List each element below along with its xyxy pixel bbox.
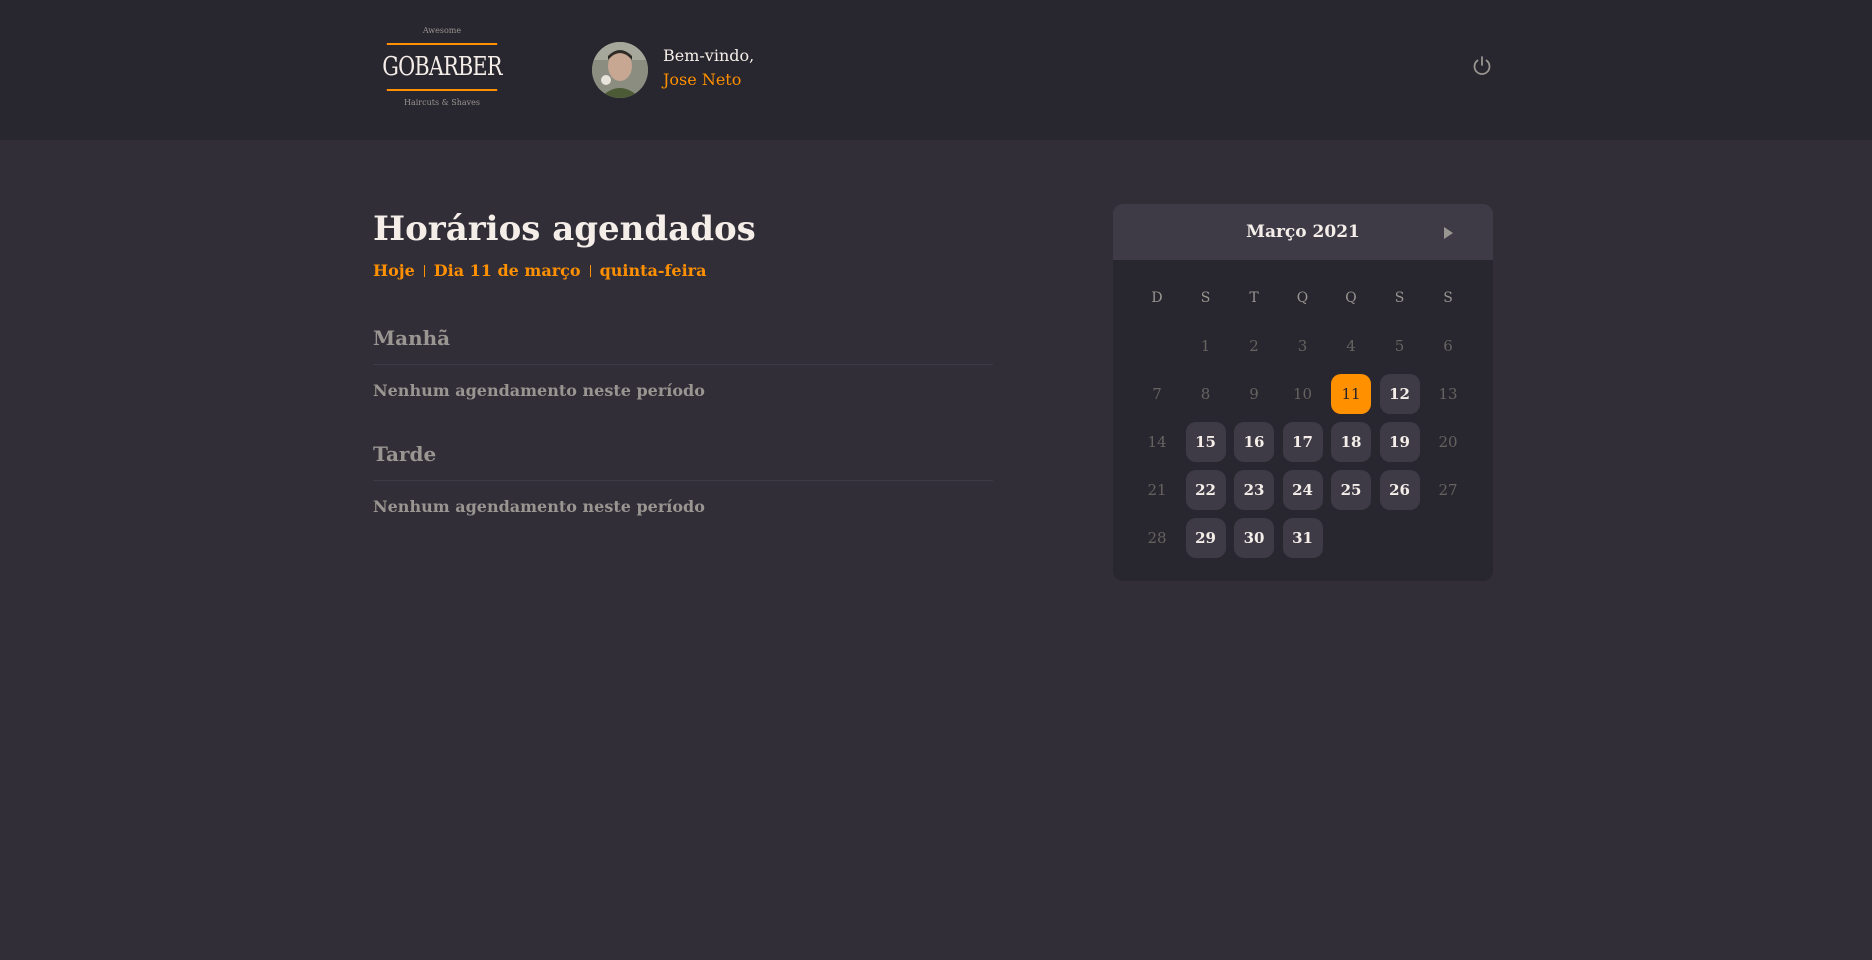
calendar-day[interactable]: 25 <box>1331 470 1371 510</box>
calendar-day: 28 <box>1147 529 1167 547</box>
date-label: Dia 11 de março <box>433 261 581 280</box>
calendar-header: Março 2021 <box>1113 204 1493 260</box>
calendar-day[interactable]: 16 <box>1234 422 1274 462</box>
user-name-link[interactable]: Jose Neto <box>663 68 754 92</box>
weekday-header: S <box>1200 290 1211 306</box>
calendar-day[interactable]: 12 <box>1379 374 1420 414</box>
calendar-day: 1 <box>1200 337 1211 355</box>
logo-wordmark-text: GOBARBER <box>382 52 502 82</box>
calendar-day[interactable]: 18 <box>1331 422 1371 462</box>
logo-tagline-top: Awesome <box>422 26 462 35</box>
calendar-day: 21 <box>1147 481 1167 499</box>
weekday-label: quinta-feira <box>599 261 707 280</box>
calendar-month-label: Março 2021 <box>1246 222 1360 242</box>
section-title-afternoon: Tarde <box>373 442 993 481</box>
header: Awesome GOBARBER Haircuts & Shaves Bem-v… <box>0 0 1872 140</box>
weekday-header: S <box>1394 290 1405 306</box>
calendar-day: 3 <box>1297 337 1308 355</box>
weekday-header: D <box>1151 290 1163 306</box>
power-icon[interactable] <box>1470 54 1494 78</box>
weekday-header: Q <box>1345 290 1357 306</box>
calendar-day: 7 <box>1152 385 1162 403</box>
calendar-day: 4 <box>1346 337 1356 355</box>
schedule-panel: Horários agendados Hoje Dia 11 de março … <box>373 205 993 516</box>
section-title-morning: Manhã <box>373 326 993 365</box>
calendar-day[interactable]: 22 <box>1185 470 1226 510</box>
calendar-day: 27 <box>1438 481 1458 499</box>
calendar-day[interactable]: 17 <box>1282 422 1323 462</box>
calendar-day: 2 <box>1249 337 1259 355</box>
calendar-day: 10 <box>1292 385 1313 403</box>
empty-message-afternoon: Nenhum agendamento neste período <box>373 497 705 516</box>
date-info: Hoje Dia 11 de março quinta-feira <box>373 261 993 280</box>
calendar-day: 8 <box>1200 385 1211 403</box>
weekday-header: T <box>1249 290 1259 306</box>
calendar-day: 20 <box>1438 433 1458 451</box>
calendar-day-selected[interactable]: 11 <box>1331 374 1371 414</box>
calendar-day[interactable]: 24 <box>1282 470 1323 510</box>
calendar-day: 5 <box>1394 337 1405 355</box>
logo-wordmark: GOBARBER <box>382 43 502 91</box>
calendar-day[interactable]: 19 <box>1379 422 1420 462</box>
calendar: Março 2021 D S T Q Q S S 1 2 3 4 5 6 7 8 9 10 11 12 13 14 15 1… <box>1113 204 1493 581</box>
empty-message-morning: Nenhum agendamento neste período <box>373 381 705 400</box>
weekday-header: S <box>1443 290 1453 306</box>
calendar-day[interactable]: 26 <box>1379 470 1420 510</box>
separator <box>423 264 425 277</box>
weekday-header: Q <box>1296 290 1309 306</box>
calendar-day: 9 <box>1249 385 1259 403</box>
gobarber-logo[interactable]: Awesome GOBARBER Haircuts & Shaves <box>373 24 511 112</box>
separator <box>589 264 591 277</box>
welcome-text: Bem-vindo, Jose Neto <box>663 44 754 92</box>
welcome-label: Bem-vindo, <box>663 46 755 65</box>
calendar-day: 6 <box>1443 337 1453 355</box>
calendar-day[interactable]: 15 <box>1185 422 1226 462</box>
logo-tagline-bottom: Haircuts & Shaves <box>403 98 481 107</box>
calendar-day[interactable]: 31 <box>1282 518 1323 558</box>
next-month-icon[interactable] <box>1441 225 1455 239</box>
calendar-day[interactable]: 23 <box>1234 470 1274 510</box>
calendar-day: 14 <box>1147 433 1167 451</box>
page-title: Horários agendados <box>373 209 756 249</box>
calendar-day: 13 <box>1438 385 1458 403</box>
today-label: Hoje <box>373 261 415 280</box>
calendar-day[interactable]: 30 <box>1234 518 1274 558</box>
avatar[interactable] <box>592 42 648 98</box>
calendar-day[interactable]: 29 <box>1185 518 1226 558</box>
